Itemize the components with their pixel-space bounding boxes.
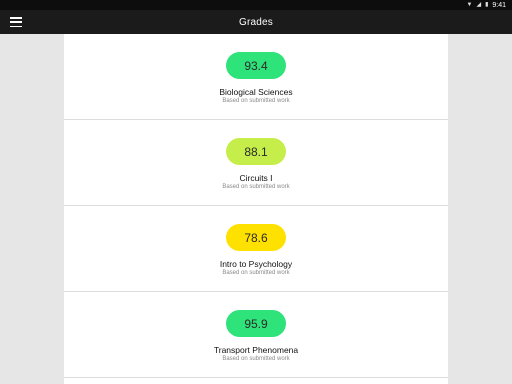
signal-icon: ◢ [476,2,482,8]
grade-badge[interactable]: 95.9 [226,310,286,337]
course-card[interactable]: 88.1 Circuits I Based on submitted work [64,120,448,206]
course-card[interactable]: 95.9 Transport Phenomena Based on submit… [64,292,448,378]
grade-badge[interactable]: 93.4 [226,52,286,79]
course-name: Circuits I [239,173,273,183]
course-subtitle: Based on submitted work [222,356,290,362]
grade-badge[interactable]: 78.6 [226,224,286,251]
course-subtitle: Based on submitted work [222,270,290,276]
app-bar: Grades [0,10,512,34]
course-name: Biological Sciences [219,87,293,97]
hamburger-menu-icon[interactable] [10,17,22,27]
grade-badge[interactable]: 88.1 [226,138,286,165]
course-subtitle: Based on submitted work [222,184,290,190]
course-name: Intro to Psychology [219,259,293,269]
course-subtitle: Based on submitted work [222,98,290,104]
status-bar: ▼ ◢ ▮ 9:41 [0,0,512,10]
course-name: Transport Phenomena [213,345,299,355]
course-card[interactable]: 93.4 Biological Sciences Based on submit… [64,34,448,120]
grades-list: 93.4 Biological Sciences Based on submit… [64,34,448,384]
wifi-icon: ▼ [466,2,473,8]
course-card[interactable]: 78.6 Intro to Psychology Based on submit… [64,206,448,292]
status-time: 9:41 [492,1,506,9]
battery-icon: ▮ [485,2,489,8]
page-title: Grades [239,16,273,28]
